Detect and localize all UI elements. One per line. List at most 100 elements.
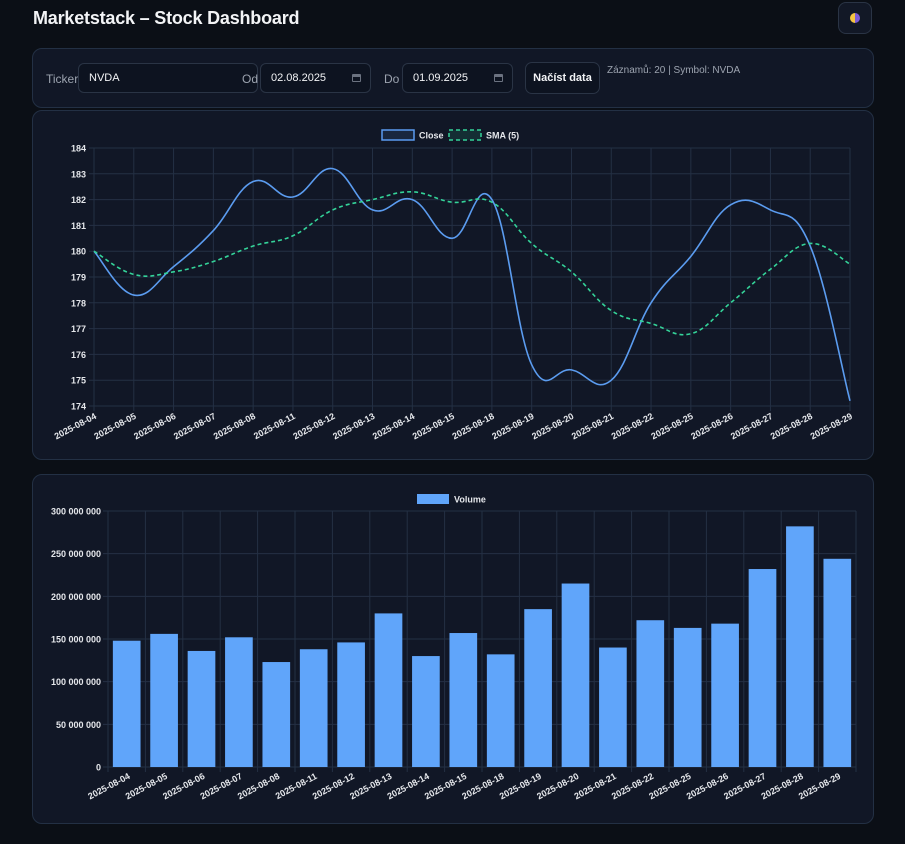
- ticker-input-value: NVDA: [89, 72, 120, 84]
- y-tick-label: 180: [71, 247, 86, 257]
- x-tick-label: 2025-08-06: [132, 411, 177, 441]
- volume-bar: [150, 633, 178, 767]
- y-tick-label: 150 000 000: [51, 635, 101, 645]
- legend-swatch-sma: [448, 129, 482, 141]
- legend-label-volume: Volume: [454, 495, 486, 505]
- sma-series-line: [93, 191, 851, 336]
- x-tick-label: 2025-08-28: [769, 411, 814, 441]
- x-tick-label: 2025-08-13: [331, 411, 376, 441]
- x-tick-label: 2025-08-07: [172, 411, 217, 441]
- x-tick-label: 2025-08-15: [411, 411, 456, 441]
- page-title: Marketstack – Stock Dashboard: [33, 8, 300, 28]
- calendar-icon[interactable]: [352, 74, 361, 82]
- volume-bar: [524, 609, 552, 767]
- x-tick-label: 2025-08-13: [348, 771, 393, 801]
- y-tick-label: 181: [71, 221, 86, 231]
- y-tick-label: 179: [71, 273, 86, 283]
- volume-bar: [636, 620, 665, 767]
- x-tick-label: 2025-08-27: [729, 411, 774, 441]
- x-tick-label: 2025-08-21: [570, 411, 615, 441]
- volume-bar: [711, 623, 739, 767]
- x-tick-label: 2025-08-08: [236, 771, 281, 801]
- legend-swatch-close: [381, 129, 415, 141]
- y-tick-label: 300 000 000: [51, 507, 101, 517]
- to-date-label: Do: [384, 72, 400, 86]
- legend-swatch-volume: [417, 494, 449, 504]
- volume-bar: [299, 649, 328, 767]
- volume-chart: 0 50 000 000 100 000 000 150 000 000 200 000…: [51, 494, 857, 801]
- from-date-value: 02.08.2025: [271, 72, 327, 84]
- status-text: Záznamů: 20 | Symbol: NVDA: [607, 65, 741, 76]
- x-tick-label: 2025-08-18: [450, 411, 495, 441]
- volume-bar: [561, 583, 590, 767]
- close-series-line: [93, 167, 851, 402]
- y-tick-label: 176: [71, 350, 86, 360]
- price-grid: [89, 147, 851, 411]
- volume-bar: [823, 558, 852, 767]
- y-tick-label: 250 000 000: [51, 549, 101, 559]
- volume-bar: [374, 613, 403, 767]
- y-tick-label: 0: [96, 763, 101, 773]
- x-tick-label: 2025-08-05: [124, 771, 169, 801]
- x-tick-label: 2025-08-12: [291, 411, 336, 441]
- ticker-label: Ticker: [46, 72, 79, 86]
- x-tick-label: 2025-08-07: [198, 771, 243, 801]
- legend-label-sma: SMA (5): [486, 131, 519, 141]
- x-tick-label: 2025-08-18: [460, 771, 505, 801]
- from-date-label: Od: [242, 72, 259, 86]
- x-tick-label: 2025-08-20: [530, 411, 575, 441]
- x-tick-label: 2025-08-19: [498, 771, 543, 801]
- volume-chart-card: 0 50 000 000 100 000 000 150 000 000 200 000…: [32, 474, 874, 824]
- x-tick-label: 2025-08-11: [252, 411, 297, 441]
- volume-bar: [449, 633, 478, 767]
- x-tick-label: 2025-08-12: [311, 771, 356, 801]
- volume-bar: [337, 642, 365, 767]
- volume-legend: Volume: [417, 494, 486, 505]
- x-tick-label: 2025-08-05: [92, 411, 137, 441]
- x-tick-label: 2025-08-28: [759, 771, 804, 801]
- y-tick-label: 182: [71, 195, 86, 205]
- calendar-icon[interactable]: [494, 74, 503, 82]
- load-data-button[interactable]: Načíst data: [525, 62, 600, 94]
- x-tick-label: 2025-08-22: [610, 771, 655, 801]
- from-date-input[interactable]: 02.08.2025: [260, 63, 371, 93]
- theme-toggle-button[interactable]: [838, 2, 872, 34]
- x-tick-label: 2025-08-26: [685, 771, 730, 801]
- y-tick-label: 100 000 000: [51, 677, 101, 687]
- x-tick-label: 2025-08-22: [610, 411, 655, 441]
- y-tick-label: 175: [71, 376, 86, 386]
- legend-label-close: Close: [419, 131, 444, 141]
- x-tick-label: 2025-08-15: [423, 771, 468, 801]
- x-tick-label: 2025-08-14: [371, 411, 416, 441]
- x-tick-label: 2025-08-14: [385, 771, 430, 801]
- volume-bar: [599, 647, 627, 767]
- x-tick-label: 2025-08-20: [535, 771, 580, 801]
- x-tick-label: 2025-08-26: [689, 411, 734, 441]
- y-tick-label: 183: [71, 169, 86, 179]
- y-tick-label: 178: [71, 298, 86, 308]
- contrast-icon: [850, 13, 860, 23]
- y-tick-label: 174: [71, 402, 86, 412]
- volume-bar: [786, 526, 814, 767]
- to-date-input[interactable]: 01.09.2025: [402, 63, 513, 93]
- price-chart-card: 174 175 176 177 178 179 180 181 182 183 184 2025-08…: [32, 110, 874, 460]
- x-tick-label: 2025-08-08: [212, 411, 257, 441]
- x-tick-label: 2025-08-21: [572, 771, 617, 801]
- y-tick-label: 50 000 000: [56, 720, 101, 730]
- volume-bar: [225, 637, 253, 767]
- controls-panel: Ticker NVDA Od 02.08.2025 Do 01.09.2025 …: [32, 48, 874, 108]
- price-legend: Close SMA (5): [381, 129, 519, 141]
- volume-bar: [262, 662, 291, 767]
- price-chart: 174 175 176 177 178 179 180 181 182 183 184 2025-08…: [53, 129, 854, 441]
- x-tick-label: 2025-08-06: [161, 771, 206, 801]
- x-tick-label: 2025-08-29: [797, 771, 842, 801]
- y-tick-label: 200 000 000: [51, 592, 101, 602]
- volume-bar: [412, 656, 440, 767]
- ticker-input[interactable]: NVDA: [78, 63, 258, 93]
- volume-bar: [187, 650, 216, 767]
- x-tick-label: 2025-08-29: [809, 411, 854, 441]
- volume-bar: [112, 640, 141, 767]
- x-tick-label: 2025-08-19: [490, 411, 535, 441]
- x-tick-label: 2025-08-25: [647, 771, 692, 801]
- volume-grid: [103, 510, 857, 772]
